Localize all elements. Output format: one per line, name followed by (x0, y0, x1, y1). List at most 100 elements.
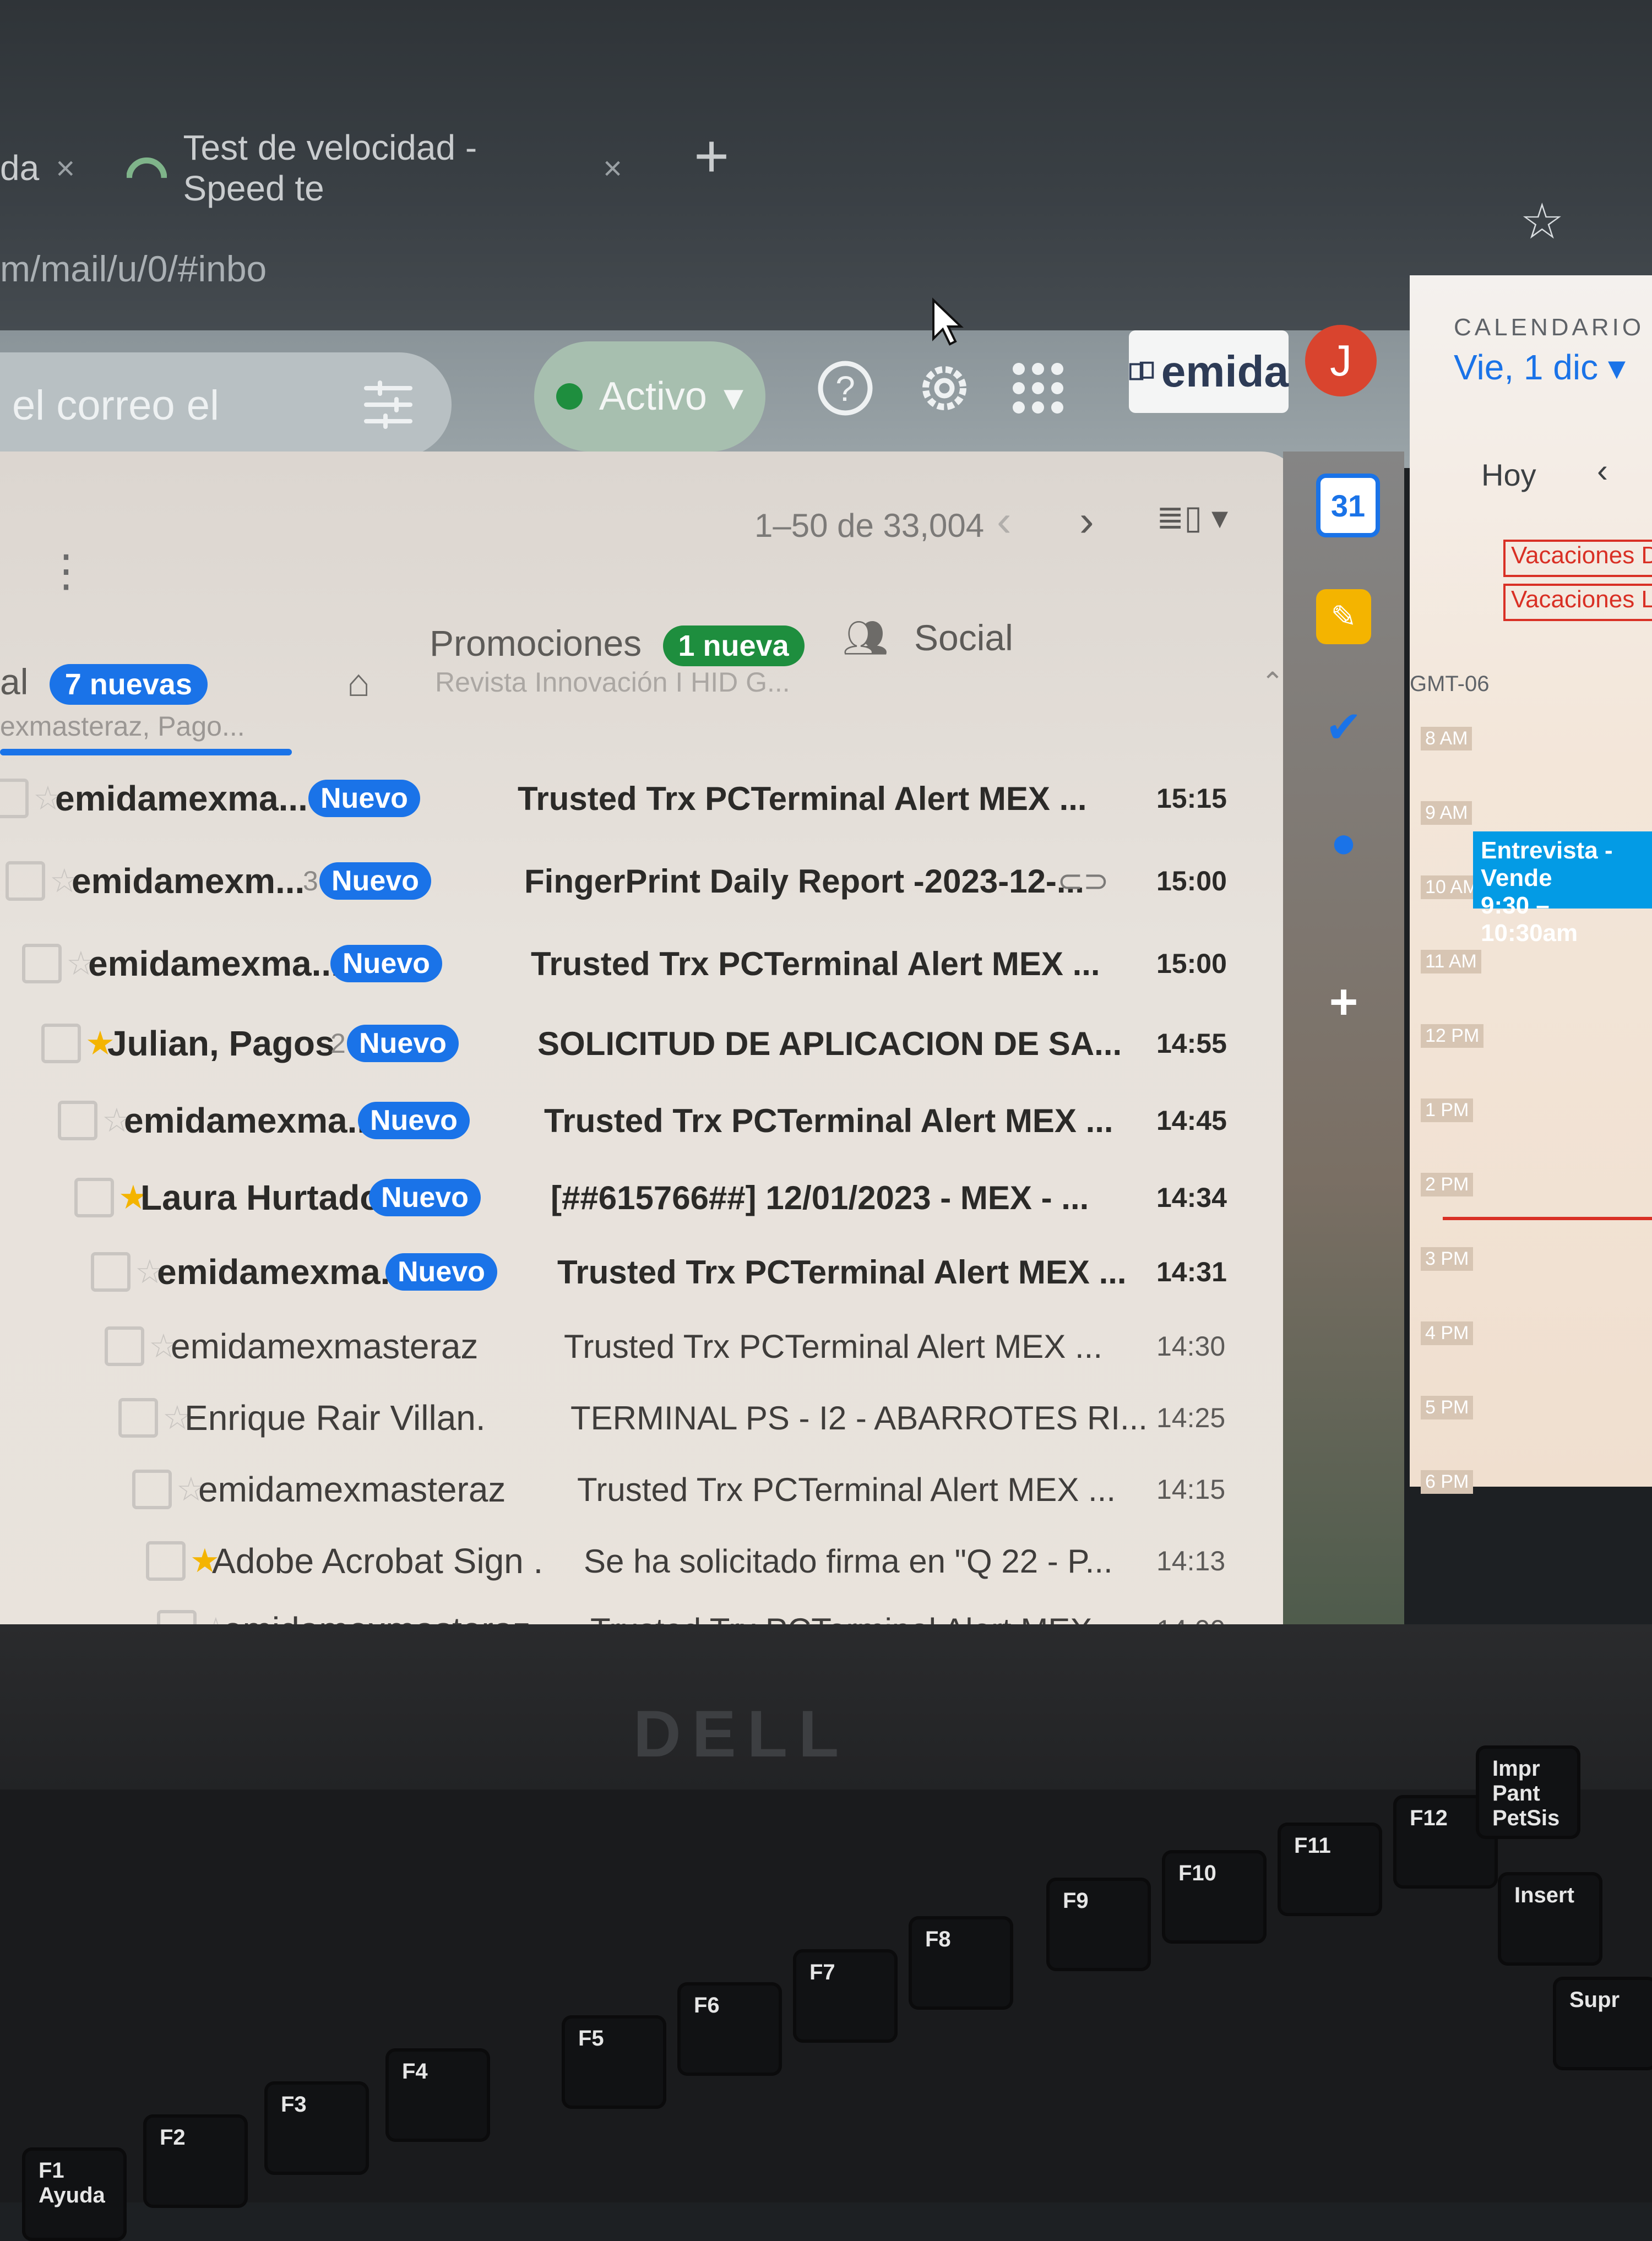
bookmark-star-icon[interactable]: ☆ (1520, 193, 1564, 251)
keyboard-key: F10 (1162, 1850, 1267, 1944)
email-sender: emidamexma... (88, 944, 341, 983)
select-checkbox[interactable] (41, 1024, 81, 1063)
tab-social[interactable]: Social (914, 617, 1013, 659)
previous-day-button[interactable]: ‹ (1597, 452, 1608, 489)
email-row[interactable]: ☆ emidamexma... Nuevo Trusted Trx PCTermina… (0, 760, 1278, 837)
next-page-button[interactable]: › (1079, 496, 1094, 546)
email-time: 15:00 (1156, 866, 1227, 896)
pagination-range: 1–50 de 33,004 (754, 507, 985, 544)
allday-event[interactable]: Vacaciones D (1503, 540, 1652, 577)
laptop-brand-logo: DELL (633, 1697, 850, 1771)
email-subject: Trusted Trx PCTerminal Alert MEX ... (531, 945, 1100, 982)
select-checkbox[interactable] (105, 1326, 144, 1366)
settings-gear-icon[interactable] (914, 358, 975, 418)
email-row[interactable]: ★ Laura Hurtado Nuevo [##615766##] 12/01/20… (0, 1159, 1278, 1236)
email-subject: Trusted Trx PCTerminal Alert MEX ... (577, 1471, 1116, 1508)
select-checkbox[interactable] (146, 1541, 186, 1581)
email-subject: SOLICITUD DE APLICACION DE SA... (537, 1025, 1122, 1062)
keyboard-key: F5 (562, 2015, 666, 2109)
keyboard-key: F4 (385, 2048, 490, 2142)
tasks-addon-icon[interactable]: ✔ (1316, 699, 1371, 754)
email-row[interactable]: ☆ emidamexma... Nuevo Trusted Trx PCTermina… (0, 1233, 1278, 1310)
keyboard: F1 Ayuda F2 F3 F4 F5 F6 F7 F8 F9 F10 F11 F12 Impr Pa… (0, 1745, 1652, 2241)
new-badge: Nuevo (319, 862, 431, 900)
email-time: 14:15 (1156, 1474, 1226, 1505)
add-addon-icon[interactable]: + (1316, 975, 1371, 1030)
email-row[interactable]: ☆ emidamexma... Nuevo Trusted Trx PCTermina… (0, 1082, 1278, 1159)
keyboard-key: F9 (1046, 1878, 1151, 1971)
hour-label: 6 PM (1421, 1470, 1474, 1494)
attachment-icon[interactable]: ⊂⊃ (1057, 863, 1109, 899)
tab-primary[interactable]: al 7 nuevas (0, 661, 208, 705)
new-badge: Nuevo (369, 1179, 481, 1216)
hour-label: 8 AM (1421, 727, 1472, 750)
active-tab-indicator (0, 749, 292, 755)
event-time: 9:30 – 10:30am (1481, 892, 1578, 947)
email-row[interactable]: ☆ emidamexm... 3 Nuevo FingerPrint Daily Rep… (0, 842, 1278, 920)
email-row[interactable]: ☆ Enrique Rair Villan. TERMINAL PS - I2 - … (0, 1379, 1278, 1456)
select-checkbox[interactable] (74, 1178, 114, 1217)
select-checkbox[interactable] (22, 944, 62, 983)
select-checkbox[interactable] (132, 1470, 172, 1509)
browser-chrome: da × Test de velocidad - Speed te × + m/… (0, 0, 1652, 330)
email-sender: Julian, Pagos (107, 1024, 335, 1063)
email-time: 15:00 (1156, 948, 1227, 979)
help-icon[interactable]: ? (815, 358, 876, 418)
contacts-addon-icon[interactable]: ● (1316, 815, 1371, 870)
email-subject: [##615766##] 12/01/2023 - MEX - ... (551, 1179, 1089, 1216)
browser-tab-speedtest[interactable]: Test de velocidad - Speed te × (127, 127, 622, 209)
hour-label: 2 PM (1421, 1173, 1474, 1196)
select-checkbox[interactable] (58, 1101, 97, 1140)
select-checkbox[interactable] (0, 779, 29, 818)
tab-promotions[interactable]: Promociones 1 nueva (430, 622, 805, 666)
email-row[interactable]: ☆ emidamexma... Nuevo Trusted Trx PCTermina… (0, 925, 1278, 1002)
svg-text:?: ? (835, 369, 855, 409)
search-options-icon[interactable] (363, 380, 413, 429)
account-avatar[interactable]: J (1305, 325, 1377, 396)
organization-logo[interactable]: emida (1129, 330, 1289, 413)
search-bar[interactable] (0, 352, 452, 457)
tab-social-label: Social (914, 617, 1013, 658)
email-row[interactable]: ★ Julian, Pagos 2 Nuevo SOLICITUD DE APLICAC… (0, 1005, 1278, 1082)
email-row[interactable]: ★ Adobe Acrobat Sign . Se ha solicitado fi… (0, 1522, 1278, 1600)
key-label: Supr (1569, 1988, 1620, 2012)
apps-grid-icon[interactable] (1008, 358, 1068, 418)
close-icon[interactable]: × (56, 149, 75, 187)
keep-addon-icon[interactable]: ✎ (1316, 589, 1371, 644)
email-time: 14:45 (1156, 1105, 1227, 1136)
select-checkbox[interactable] (118, 1398, 158, 1438)
key-label: F11 (1294, 1834, 1331, 1858)
select-checkbox[interactable] (91, 1252, 131, 1292)
keyboard-key: F8 (909, 1916, 1013, 2010)
new-tab-button[interactable]: + (694, 121, 729, 191)
hour-label: 1 PM (1421, 1098, 1474, 1122)
allday-event[interactable]: Vacaciones L (1503, 584, 1652, 621)
calendar-date-picker[interactable]: Vie, 1 dic ▾ (1454, 347, 1626, 388)
calendar-addon-icon[interactable]: 31 (1316, 474, 1380, 537)
previous-page-button[interactable]: ‹ (997, 496, 1012, 546)
keyboard-key: F11 (1278, 1823, 1382, 1916)
tag-icon: ⌂ (347, 661, 371, 704)
close-icon[interactable]: × (603, 149, 622, 187)
key-label: F5 (578, 2026, 604, 2050)
key-label: F1 Ayuda (39, 2158, 105, 2207)
address-bar[interactable]: m/mail/u/0/#inbo (0, 248, 267, 290)
calendar-event[interactable]: Entrevista - Vende 9:30 – 10:30am (1473, 831, 1652, 947)
browser-tab[interactable]: da × (0, 127, 77, 209)
tab-promotions-badge: 1 nueva (662, 625, 805, 666)
split-pane-toggle[interactable]: ≣▯ ▾ (1156, 498, 1228, 537)
chevron-down-icon: ▾ (1607, 347, 1626, 387)
select-checkbox[interactable] (6, 861, 45, 901)
email-time: 14:34 (1156, 1182, 1227, 1213)
scroll-up-icon[interactable]: ⌃ (1261, 666, 1284, 698)
email-row[interactable]: ☆emidamexmasterazTrusted Trx PCTerminal … (0, 1451, 1278, 1528)
status-chip[interactable]: Activo ▾ (534, 341, 765, 452)
email-sender: emidamexmasteraz (198, 1470, 506, 1509)
keyboard-key: F3 (264, 2081, 369, 2175)
more-options-icon[interactable]: ⋮ (44, 545, 88, 596)
keyboard-key: Impr Pant PetSis (1476, 1745, 1580, 1839)
calendar-panel: CALENDARIO Vie, 1 dic ▾ Hoy ‹ Vacaciones… (1410, 275, 1652, 1494)
today-button[interactable]: Hoy (1481, 457, 1536, 493)
email-row[interactable]: ☆emidamexmasterazTrusted Trx PCTerminal … (0, 1308, 1278, 1385)
search-input[interactable] (11, 380, 355, 431)
